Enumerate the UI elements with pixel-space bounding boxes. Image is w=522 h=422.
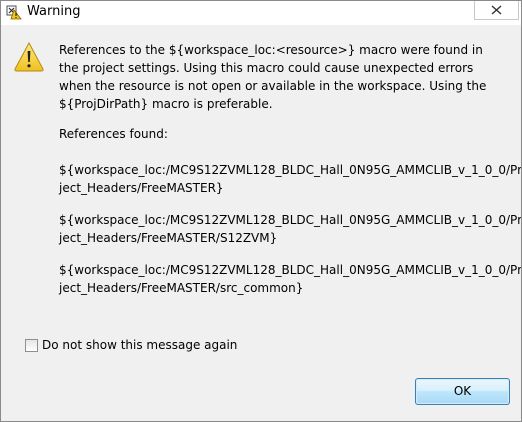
do-not-show-again-checkbox[interactable]: [25, 339, 38, 352]
reference-line: ject_Headers/FreeMASTER}: [59, 181, 224, 195]
reference-line: ject_Headers/FreeMASTER/src_common}: [59, 281, 304, 295]
reference-line: ${workspace_loc:/MC9S12ZVML128_BLDC_Hall…: [59, 213, 522, 227]
reference-item: ${workspace_loc:/MC9S12ZVML128_BLDC_Hall…: [59, 161, 522, 197]
warning-dialog: Warning References to the ${workspace_lo…: [0, 0, 522, 422]
warning-triangle-icon: [13, 41, 45, 73]
close-icon: [491, 5, 502, 15]
close-button[interactable]: [474, 1, 519, 20]
reference-line: ${workspace_loc:/MC9S12ZVML128_BLDC_Hall…: [59, 163, 522, 177]
reference-item: ${workspace_loc:/MC9S12ZVML128_BLDC_Hall…: [59, 211, 522, 247]
window-title: Warning: [27, 4, 81, 19]
ok-button[interactable]: OK: [415, 378, 510, 405]
checkbox-label[interactable]: Do not show this message again: [42, 337, 237, 353]
reference-item: ${workspace_loc:/MC9S12ZVML128_BLDC_Hall…: [59, 261, 522, 297]
reference-line: ${workspace_loc:/MC9S12ZVML128_BLDC_Hall…: [59, 263, 522, 277]
references-label: References found:: [59, 127, 168, 141]
warning-message: References to the ${workspace_loc:<resou…: [59, 43, 487, 111]
title-bar[interactable]: Warning: [1, 1, 521, 25]
dialog-content: References to the ${workspace_loc:<resou…: [1, 25, 521, 421]
reference-line: ject_Headers/FreeMASTER/S12ZVM}: [59, 231, 278, 245]
app-icon: [6, 4, 22, 20]
